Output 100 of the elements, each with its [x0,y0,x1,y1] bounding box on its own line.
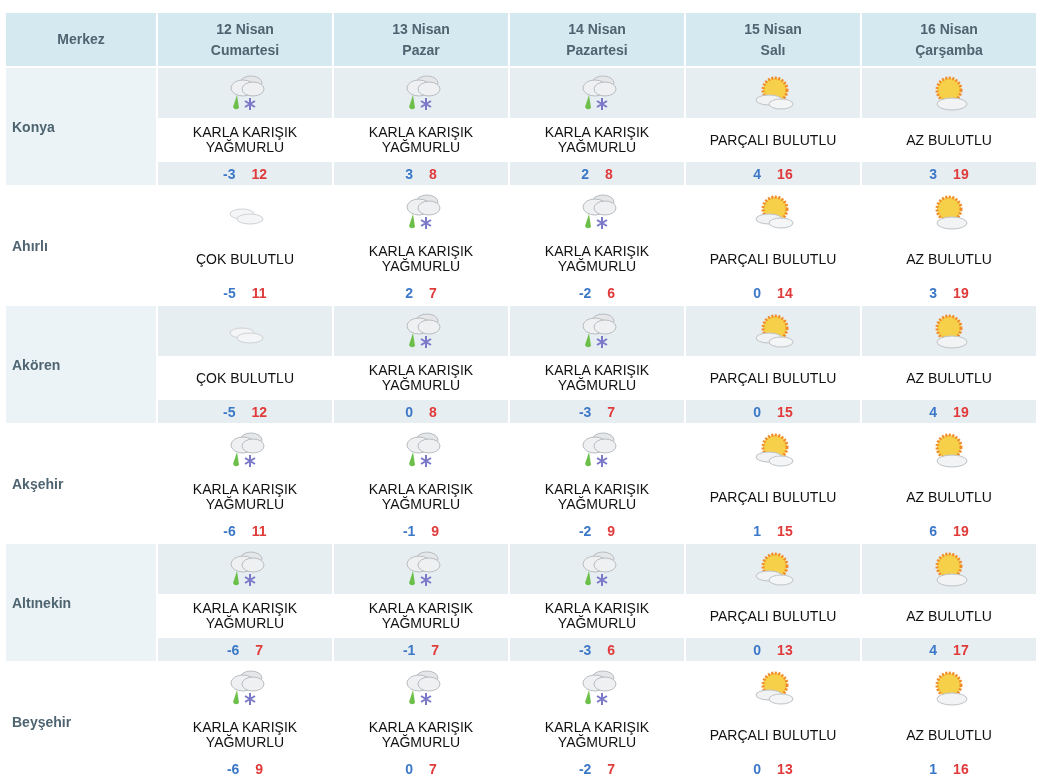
high-temperature: 13 [777,641,793,658]
column-header: 12 Nisan [215,19,275,39]
cloud-rain-snow-icon [406,670,441,706]
high-temperature: 6 [607,641,616,658]
column-header: Cumartesi [209,40,281,60]
cloud-rain-snow-icon [230,432,265,468]
high-temperature: 7 [255,641,264,658]
sun-cloud-icon [755,76,794,110]
low-temperature: 0 [753,403,762,420]
cloud-rain-snow-icon [406,432,441,468]
cloud-rain-snow-icon [406,75,441,111]
column-header: Pazar [401,40,441,60]
high-temperature: 7 [429,284,437,301]
low-temperature: 3 [929,165,938,182]
sun-cloud-icon [755,314,794,348]
column-header: Çarşamba [914,40,984,60]
low-temperature: -6 [223,522,236,539]
high-temperature: 15 [777,522,793,539]
sun-cloud-icon [755,552,794,586]
low-temperature: -2 [578,522,592,539]
high-temperature: 8 [429,165,437,182]
high-temperature: 17 [953,641,969,658]
city-name: Akören [6,306,156,423]
low-temperature: 1 [753,522,762,539]
cloud-rain-snow-icon [406,551,441,587]
sun-cloud-icon [935,314,968,349]
low-temperature: -5 [223,403,236,420]
high-temperature: 13 [777,760,793,777]
low-temperature: 3 [405,165,413,182]
low-temperature: 0 [753,284,762,301]
low-temperature: -1 [402,522,416,539]
city-name: Konya [6,68,156,185]
column-header: 16 Nisan [919,19,979,39]
sun-cloud-icon [935,76,968,111]
low-temperature: 4 [753,165,762,182]
high-temperature: 8 [429,403,437,420]
cloud-rain-snow-icon [582,194,617,230]
column-header: 14 Nisan [567,19,627,39]
cloud-rain-snow-icon [406,313,441,349]
cloud-rain-snow-icon [582,670,617,706]
sun-cloud-icon [935,433,968,468]
high-temperature: 7 [607,760,616,777]
high-temperature: 9 [255,760,264,777]
low-temperature: 3 [929,284,938,301]
high-temperature: 9 [607,522,616,539]
high-temperature: 6 [607,284,616,301]
cloud-rain-snow-icon [582,313,617,349]
low-temperature: 0 [753,641,762,658]
high-temperature: 14 [777,284,793,301]
low-temperature: -2 [578,760,592,777]
high-temperature: 19 [953,403,969,420]
low-temperature: -6 [226,760,240,777]
high-temperature: 7 [429,760,437,777]
high-temperature: 11 [251,284,267,301]
low-temperature: 0 [753,760,762,777]
high-temperature: 16 [953,760,969,777]
high-temperature: 19 [953,284,969,301]
high-temperature: 19 [953,165,969,182]
cloud-rain-snow-icon [406,194,441,230]
sun-cloud-icon [755,195,794,229]
high-temperature: 9 [431,522,440,539]
high-temperature: 12 [251,165,267,182]
low-temperature: 2 [581,165,589,182]
column-header: 13 Nisan [391,19,451,39]
sun-cloud-icon [935,195,968,230]
low-temperature: -1 [402,641,416,658]
cloud-rain-snow-icon [230,75,265,111]
low-temperature: 1 [929,760,938,777]
high-temperature: 16 [777,165,793,182]
cloud-rain-snow-icon [230,551,265,587]
high-temperature: 19 [953,522,969,539]
cloud-rain-snow-icon [582,75,617,111]
low-temperature: -6 [226,641,240,658]
column-header: Pazartesi [565,40,629,60]
low-temperature: -5 [223,284,236,301]
high-temperature: 8 [605,165,613,182]
high-temperature: 7 [431,641,440,658]
high-temperature: 11 [251,522,267,539]
low-temperature: -3 [578,641,592,658]
low-temperature: 2 [405,284,413,301]
high-temperature: 15 [777,403,793,420]
sun-cloud-icon [755,433,794,467]
low-temperature: 6 [929,522,938,539]
cloud-icon [229,208,264,225]
cloud-rain-snow-icon [230,670,265,706]
low-temperature: 0 [405,760,413,777]
city-name: Altınekin [6,544,156,661]
sun-cloud-icon [755,671,794,705]
low-temperature: -3 [578,403,592,420]
low-temperature: 4 [929,403,938,420]
low-temperature: 4 [929,641,938,658]
cloud-rain-snow-icon [582,551,617,587]
high-temperature: 7 [607,403,616,420]
low-temperature: -3 [223,165,236,182]
low-temperature: 0 [405,403,413,420]
cloud-icon [229,327,264,344]
high-temperature: 12 [251,403,267,420]
column-header: 15 Nisan [743,19,803,39]
sun-cloud-icon [935,671,968,706]
column-header: Merkez [6,13,156,66]
